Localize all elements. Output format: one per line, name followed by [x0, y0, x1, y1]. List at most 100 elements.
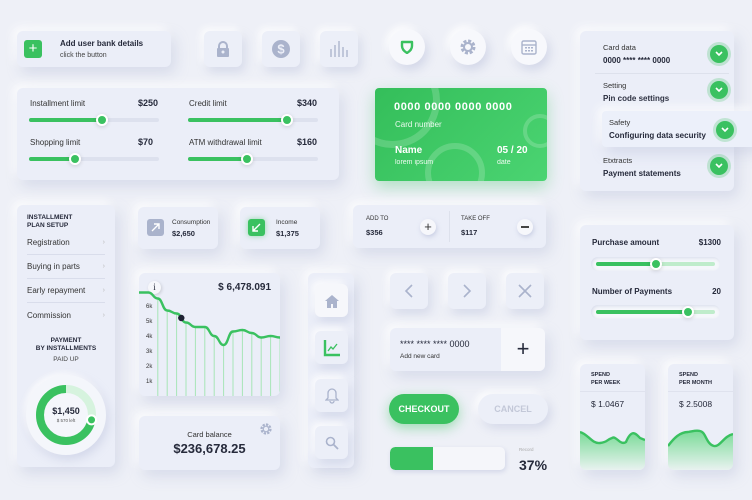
spend-week-card: SPEND PER WEEK $ 1.0467	[580, 364, 645, 470]
check-icon[interactable]	[710, 45, 728, 63]
nav-chart[interactable]	[315, 331, 348, 364]
income-card: Income $1,375	[240, 207, 320, 249]
slider-knob[interactable]	[681, 306, 694, 318]
spend-value: $ 2.5008	[679, 399, 713, 409]
calendar-button[interactable]	[511, 29, 547, 65]
add-to-value: $356	[366, 228, 383, 237]
limit-slider[interactable]	[188, 114, 318, 126]
minus-button[interactable]	[517, 219, 533, 235]
add-bank-title: Add user bank details	[60, 39, 144, 48]
y-tick-label: 6k	[146, 304, 153, 310]
payments-value: 20	[712, 287, 721, 296]
chevron-right-icon	[463, 284, 472, 298]
add-card-button[interactable]: +	[501, 328, 545, 371]
add-new-card: **** **** **** 0000 Add new card +	[390, 328, 545, 371]
plan-item[interactable]: Early repayment ›	[27, 279, 105, 303]
chevron-right-icon: ›	[102, 263, 105, 270]
slider-knob[interactable]	[95, 114, 108, 126]
spend-title: SPEND	[591, 372, 610, 378]
consumption-label: Consumption	[172, 219, 211, 226]
limit-slider[interactable]	[29, 114, 159, 126]
add-to-label: ADD TO	[366, 216, 389, 222]
add-bank-subtitle: click the button	[60, 52, 107, 59]
spend-month-sparkline	[668, 429, 733, 470]
next-button[interactable]	[448, 273, 486, 309]
payment-title: PAYMENT	[50, 337, 82, 344]
take-off-value: $117	[461, 228, 478, 237]
limit-label: Shopping limit	[30, 138, 81, 147]
limit-label: ATM withdrawal limit	[189, 138, 262, 147]
paid-up-label: PAID UP	[53, 356, 79, 363]
close-icon	[518, 284, 532, 298]
settings-item-value: 0000 **** **** 0000	[603, 56, 671, 65]
card-holder-sub: lorem ipsum	[395, 159, 434, 166]
slider-knob[interactable]	[280, 114, 293, 126]
svg-text:$: $	[277, 42, 285, 57]
limit-label: Installment limit	[30, 99, 86, 108]
payments-label: Number of Payments	[592, 287, 673, 296]
card-expiry-label: date	[497, 159, 511, 166]
slider-knob[interactable]	[240, 153, 253, 165]
plan-item[interactable]: Buying in parts ›	[27, 255, 105, 279]
close-button[interactable]	[506, 273, 544, 309]
spend-title: PER MONTH	[679, 380, 712, 386]
home-icon	[324, 294, 339, 308]
settings-item-safety[interactable]: Safety Configuring data security	[602, 111, 752, 147]
limit-slider[interactable]	[188, 153, 318, 165]
settings-item-value: Pin code settings	[603, 94, 670, 103]
chart-series-line	[139, 291, 280, 347]
slider-knob[interactable]	[649, 258, 662, 270]
nav-notifications[interactable]	[315, 379, 348, 412]
limits-card: Installment limit $250 Credit limit $340…	[17, 88, 339, 180]
limit-value: $250	[138, 98, 159, 108]
shield-button[interactable]	[389, 29, 425, 65]
lock-icon	[217, 41, 229, 57]
nav-home[interactable]	[315, 284, 348, 317]
settings-item-label: Etxtracts	[603, 156, 633, 165]
slider-knob[interactable]	[68, 153, 81, 165]
spend-title: PER WEEK	[591, 380, 621, 386]
nav-search[interactable]	[315, 426, 348, 459]
card-expiry: 05 / 20	[497, 145, 528, 156]
plan-item[interactable]: Registration ›	[27, 231, 105, 255]
limit-value: $340	[297, 98, 318, 108]
dollar-button[interactable]: $	[262, 31, 300, 67]
add-button[interactable]: +	[24, 40, 42, 58]
balance-chart-card: i $ 6,478.091 6k 5k 4k 3k 2k 1k	[139, 273, 280, 396]
plan-item[interactable]: Commission ›	[27, 303, 105, 327]
settings-list: Card data 0000 **** **** 0000 Setting Pi…	[580, 31, 752, 191]
check-icon[interactable]	[710, 81, 728, 99]
settings-item-label: Card data	[603, 43, 636, 52]
add-bank-card[interactable]: + Add user bank details click the button	[17, 31, 171, 67]
income-label: Income	[276, 219, 298, 226]
settings-item-value: Payment statements	[603, 169, 681, 178]
card-holder-name: Name	[395, 145, 423, 156]
prev-button[interactable]	[390, 273, 428, 309]
lock-button[interactable]	[204, 31, 242, 67]
payments-slider[interactable]	[591, 305, 720, 319]
plan-title: INSTALLMENT	[27, 214, 73, 221]
arrow-down-left-icon	[248, 219, 265, 236]
arrow-up-right-icon	[147, 219, 164, 236]
plus-button[interactable]: +	[420, 219, 436, 235]
y-tick-label: 5k	[146, 319, 153, 325]
checkout-button[interactable]: CHECKOUT	[389, 394, 459, 424]
consumption-card: Consumption $2,650	[138, 207, 218, 249]
check-icon[interactable]	[716, 121, 734, 139]
limit-slider[interactable]	[29, 153, 159, 165]
gear-icon[interactable]	[259, 422, 273, 436]
spend-week-sparkline	[580, 430, 645, 470]
chart-highlight-point[interactable]	[178, 314, 185, 322]
y-tick-label: 4k	[146, 334, 153, 340]
settings-button[interactable]	[450, 29, 486, 65]
check-icon[interactable]	[710, 157, 728, 175]
settings-item-label: Setting	[603, 81, 627, 90]
purchase-amount-value: $1300	[698, 238, 721, 247]
chevron-right-icon: ›	[102, 287, 105, 294]
purchase-amount-slider[interactable]	[591, 257, 720, 271]
record-progress-fill	[390, 447, 433, 470]
stats-button[interactable]	[320, 31, 358, 67]
credit-card[interactable]: 0000 0000 0000 0000 Card number Name lor…	[375, 88, 547, 181]
cancel-button[interactable]: CANCEL	[478, 394, 548, 424]
payment-amount: $1,450	[52, 406, 80, 416]
